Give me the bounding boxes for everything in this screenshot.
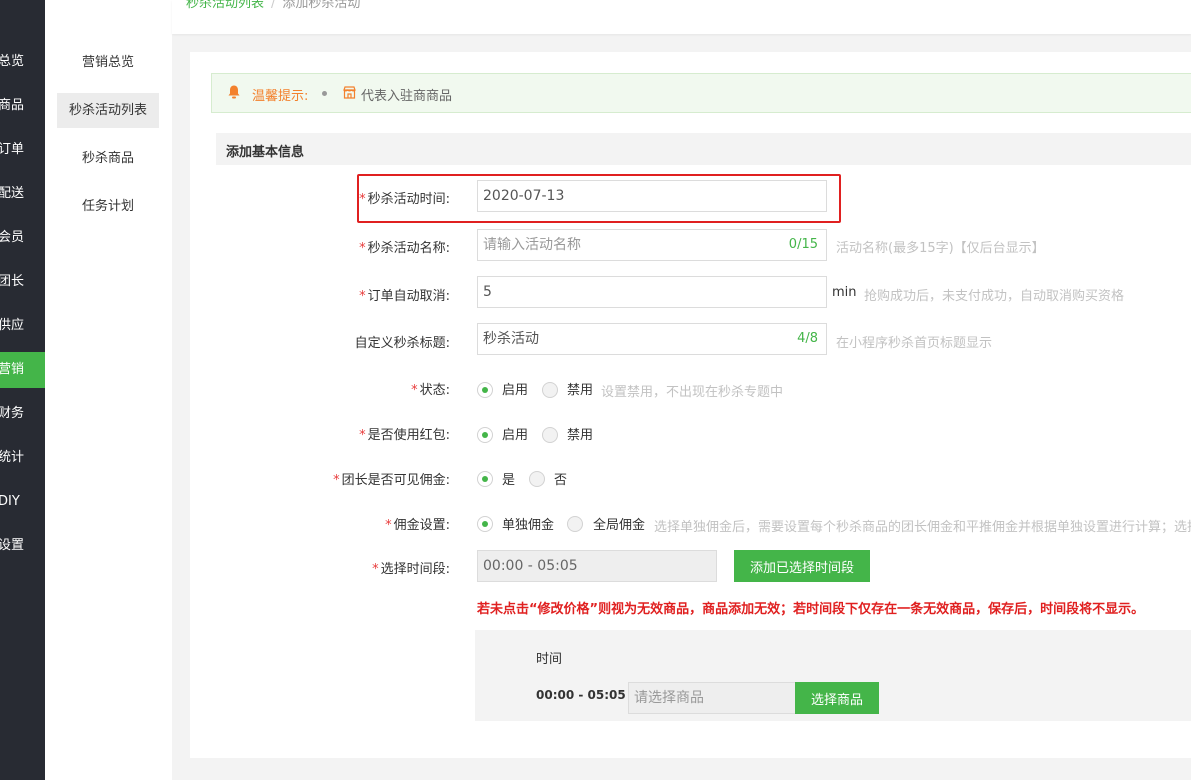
time-period-select[interactable]: 00:00 - 05:05 bbox=[477, 550, 717, 582]
nav-item-overview[interactable]: 总览 bbox=[0, 44, 45, 80]
submenu-item-flash-sale-list[interactable]: 秒杀活动列表 bbox=[57, 93, 159, 128]
status-enable-label[interactable]: 启用 bbox=[502, 379, 528, 398]
submenu-item-marketing-overview[interactable]: 营销总览 bbox=[57, 45, 159, 80]
custom-title-label: 自定义秒杀标题: bbox=[354, 336, 450, 351]
cancel-label: * 订单自动取消: bbox=[358, 285, 450, 304]
commission-global-radio[interactable] bbox=[567, 516, 583, 532]
warning-text: 若未点击“修改价格”则视为无效商品，商品添加无效；若时间段下仅存在一条无效商品，… bbox=[477, 602, 1145, 617]
sub-menu: 营销总览 秒杀活动列表 秒杀商品 任务计划 bbox=[45, 0, 172, 780]
nav-item-products[interactable]: 商品 bbox=[0, 88, 45, 124]
char-counter: 0/15 bbox=[788, 237, 818, 252]
redpack-disable-label[interactable]: 禁用 bbox=[567, 424, 593, 443]
nav-item-leaders[interactable]: 团长 bbox=[0, 264, 45, 300]
nav-item-delivery[interactable]: 配送 bbox=[0, 176, 45, 212]
commission-help-text: 选择单独佣金后，需要设置每个秒杀商品的团长佣金和平推佣金并根据单独设置进行计算；… bbox=[654, 520, 1191, 535]
custom-title-input[interactable]: 秒杀活动 4/8 bbox=[477, 323, 827, 355]
submenu-item-task-plan[interactable]: 任务计划 bbox=[57, 189, 159, 224]
bullet-dot bbox=[322, 91, 327, 96]
name-label: * 秒杀活动名称: bbox=[358, 237, 450, 256]
section-header: 添加基本信息 bbox=[216, 133, 1191, 165]
nav-item-supply[interactable]: 供应 bbox=[0, 308, 45, 344]
required-mark: * bbox=[372, 562, 379, 577]
section-title: 添加基本信息 bbox=[226, 145, 305, 160]
status-help-text: 设置禁用，不出现在秒杀专题中 bbox=[601, 385, 784, 400]
product-select-input[interactable]: 请选择商品 bbox=[628, 682, 796, 714]
custom-title-value: 秒杀活动 bbox=[483, 331, 539, 347]
app-root: 总览 商品 订单 配送 会员 团长 供应 营销 财务 统计 DIY 设置 营销总… bbox=[0, 0, 1191, 780]
tip-text: 代表入驻商商品 bbox=[361, 89, 453, 104]
status-disable-label[interactable]: 禁用 bbox=[567, 379, 593, 398]
redpack-disable-radio[interactable] bbox=[542, 427, 558, 443]
char-counter: 4/8 bbox=[797, 331, 818, 346]
period-row-time: 00:00 - 05:05 bbox=[536, 688, 626, 702]
commission-visible-no-radio[interactable] bbox=[529, 471, 545, 487]
activity-name-placeholder: 请输入活动名称 bbox=[483, 237, 581, 253]
name-label-text: 秒杀活动名称: bbox=[367, 241, 450, 256]
commission-visible-yes-label[interactable]: 是 bbox=[502, 469, 515, 488]
tip-label: 温馨提示: bbox=[252, 89, 309, 104]
name-help-text: 活动名称(最多15字)【仅后台显示】 bbox=[836, 241, 1045, 256]
cancel-label-text: 订单自动取消: bbox=[367, 289, 450, 304]
highlight-box bbox=[357, 174, 841, 223]
select-product-button[interactable]: 选择商品 bbox=[795, 682, 879, 714]
period-label: * 选择时间段: bbox=[358, 558, 450, 577]
add-period-button[interactable]: 添加已选择时间段 bbox=[734, 550, 870, 582]
nav-item-stats[interactable]: 统计 bbox=[0, 440, 45, 476]
required-mark: * bbox=[333, 473, 340, 488]
status-disable-radio[interactable] bbox=[542, 382, 558, 398]
period-label-text: 选择时间段: bbox=[380, 562, 450, 577]
required-mark: * bbox=[385, 518, 392, 533]
commission-global-label[interactable]: 全局佣金 bbox=[593, 514, 645, 533]
auto-cancel-input[interactable]: 5 bbox=[477, 276, 827, 308]
redpack-label-text: 是否使用红包: bbox=[367, 428, 450, 443]
commission-single-label[interactable]: 单独佣金 bbox=[502, 514, 554, 533]
nav-item-members[interactable]: 会员 bbox=[0, 220, 45, 256]
tip-banner: 温馨提示: 代表入驻商商品 bbox=[211, 73, 1191, 113]
redpack-enable-radio[interactable] bbox=[477, 427, 493, 443]
store-icon bbox=[343, 86, 356, 99]
nav-item-finance[interactable]: 财务 bbox=[0, 396, 45, 432]
breadcrumb-parent-link[interactable]: 秒杀活动列表 bbox=[186, 0, 264, 11]
nav-item-marketing[interactable]: 营销 bbox=[0, 352, 45, 388]
bell-icon bbox=[228, 85, 240, 99]
commission-visible-label-text: 团长是否可见佣金: bbox=[341, 473, 450, 488]
submenu-item-flash-sale-products[interactable]: 秒杀商品 bbox=[57, 141, 159, 176]
breadcrumb-separator: / bbox=[271, 0, 276, 11]
commission-visible-no-label[interactable]: 否 bbox=[554, 469, 567, 488]
breadcrumb-current: 添加秒杀活动 bbox=[282, 0, 361, 11]
nav-item-settings[interactable]: 设置 bbox=[0, 528, 45, 564]
custom-title-help-text: 在小程序秒杀首页标题显示 bbox=[836, 336, 993, 351]
breadcrumb: 秒杀活动列表 / 添加秒杀活动 bbox=[186, 0, 360, 11]
status-label: * 状态: bbox=[358, 379, 450, 398]
redpack-enable-label[interactable]: 启用 bbox=[502, 424, 528, 443]
cancel-help-text: 抢购成功后，未支付成功，自动取消购买资格 bbox=[864, 289, 1125, 304]
activity-name-input[interactable]: 请输入活动名称 0/15 bbox=[477, 229, 827, 261]
required-mark: * bbox=[359, 428, 366, 443]
status-enable-radio[interactable] bbox=[477, 382, 493, 398]
status-label-text: 状态: bbox=[419, 383, 450, 398]
nav-item-orders[interactable]: 订单 bbox=[0, 132, 45, 168]
main-nav: 总览 商品 订单 配送 会员 团长 供应 营销 财务 统计 DIY 设置 bbox=[0, 0, 45, 780]
commission-visible-label: * 团长是否可见佣金: bbox=[320, 469, 450, 488]
required-mark: * bbox=[359, 241, 366, 256]
redpack-label: * 是否使用红包: bbox=[340, 424, 450, 443]
required-mark: * bbox=[359, 289, 366, 304]
breadcrumb-bar: 秒杀活动列表 / 添加秒杀活动 bbox=[172, 0, 1191, 34]
cancel-unit: min bbox=[832, 285, 857, 300]
nav-item-diy[interactable]: DIY bbox=[0, 484, 45, 520]
commission-setting-label: * 佣金设置: bbox=[358, 514, 450, 533]
commission-visible-yes-radio[interactable] bbox=[477, 471, 493, 487]
period-table-header-time: 时间 bbox=[536, 652, 563, 667]
commission-single-radio[interactable] bbox=[477, 516, 493, 532]
required-mark: * bbox=[411, 383, 418, 398]
commission-setting-label-text: 佣金设置: bbox=[393, 518, 450, 533]
